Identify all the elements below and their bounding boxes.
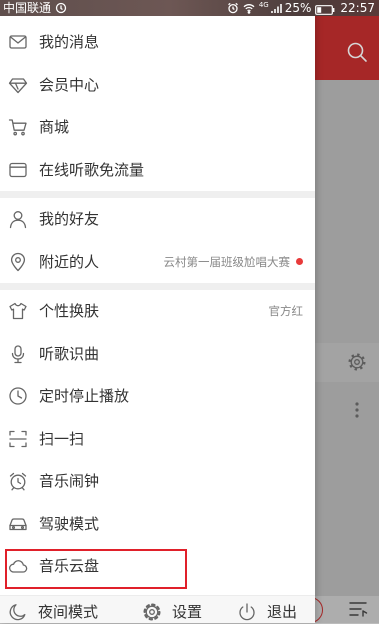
alarm-icon [227, 2, 239, 14]
clock-icon [8, 386, 28, 406]
menu-item-label: 听歌识曲 [39, 344, 100, 363]
alarm-clock-icon [8, 471, 28, 491]
status-bar: 中国联通 4G 25% 22:57 [0, 0, 379, 16]
tshirt-icon [8, 301, 28, 321]
night-mode-button[interactable]: 夜间模式 [8, 600, 98, 624]
menu-item-messages[interactable]: 我的消息 [0, 21, 315, 64]
signal-icon [270, 2, 282, 14]
cart-icon [8, 117, 28, 137]
carrier-name: 中国联通 [3, 1, 52, 15]
clock-time: 22:57 [340, 1, 375, 15]
vip-diamond-icon [8, 75, 28, 95]
menu-list: 我的消息 会员中心 商城 在线听歌免流量 我的好友 附近的人 云村第一届班级尬唱… [0, 21, 315, 588]
menu-item-label: 商城 [39, 118, 70, 137]
menu-item-free-data[interactable]: 在线听歌免流量 [0, 149, 315, 192]
wifi-icon [243, 2, 255, 14]
menu-item-label: 定时停止播放 [39, 387, 130, 406]
nearby-event-text: 云村第一届班级尬唱大赛 [163, 254, 291, 269]
menu-item-label: 音乐闹钟 [39, 472, 100, 491]
menu-item-label: 附近的人 [39, 252, 100, 271]
group-divider [0, 191, 315, 198]
exit-button[interactable]: 退出 [237, 600, 297, 624]
scan-icon [8, 429, 28, 449]
menu-item-scan[interactable]: 扫一扫 [0, 418, 315, 461]
menu-item-mall[interactable]: 商城 [0, 106, 315, 149]
highlight-box [5, 549, 187, 589]
menu-item-label: 会员中心 [39, 75, 100, 94]
status-bar-right: 4G 25% 22:57 [223, 0, 375, 16]
battery-percent: 25% [284, 1, 312, 15]
menu-item-label: 个性换肤 [39, 302, 100, 321]
red-dot-badge [296, 258, 303, 266]
menu-item-song-recognition[interactable]: 听歌识曲 [0, 333, 315, 376]
microphone-icon [8, 344, 28, 364]
night-mode-label: 夜间模式 [38, 603, 99, 621]
menu-item-label: 我的好友 [39, 210, 100, 229]
network-type: 4G [258, 1, 269, 9]
envelope-icon [8, 32, 28, 52]
menu-item-vip-center[interactable]: 会员中心 [0, 64, 315, 107]
menu-item-friends[interactable]: 我的好友 [0, 198, 315, 241]
sync-status-icon [55, 2, 67, 14]
menu-item-nearby[interactable]: 附近的人 云村第一届班级尬唱大赛 [0, 241, 315, 284]
menu-item-sleep-timer[interactable]: 定时停止播放 [0, 375, 315, 418]
menu-item-theme[interactable]: 个性换肤 官方红 [0, 290, 315, 333]
side-drawer: 我的消息 会员中心 商城 在线听歌免流量 我的好友 附近的人 云村第一届班级尬唱… [0, 0, 315, 623]
menu-item-label: 我的消息 [39, 33, 100, 52]
menu-item-label: 驾驶模式 [39, 514, 100, 533]
menu-item-label: 在线听歌免流量 [39, 160, 145, 179]
exit-label: 退出 [267, 603, 298, 621]
settings-button[interactable]: 设置 [142, 600, 202, 624]
current-theme-text: 官方红 [268, 304, 304, 319]
data-card-icon [8, 160, 28, 180]
status-bar-left: 中国联通 [3, 0, 67, 16]
power-icon [237, 602, 257, 622]
location-pin-icon [8, 252, 28, 272]
group-divider [0, 283, 315, 290]
person-icon [8, 209, 28, 229]
menu-item-driving-mode[interactable]: 驾驶模式 [0, 503, 315, 546]
car-icon [8, 514, 28, 534]
menu-item-label: 扫一扫 [39, 429, 85, 448]
gear-icon [142, 602, 162, 622]
moon-icon [8, 602, 28, 622]
settings-label: 设置 [172, 603, 203, 621]
drawer-footer: 夜间模式 设置 退出 [0, 595, 315, 623]
battery-icon [315, 3, 335, 15]
menu-item-music-alarm[interactable]: 音乐闹钟 [0, 460, 315, 503]
